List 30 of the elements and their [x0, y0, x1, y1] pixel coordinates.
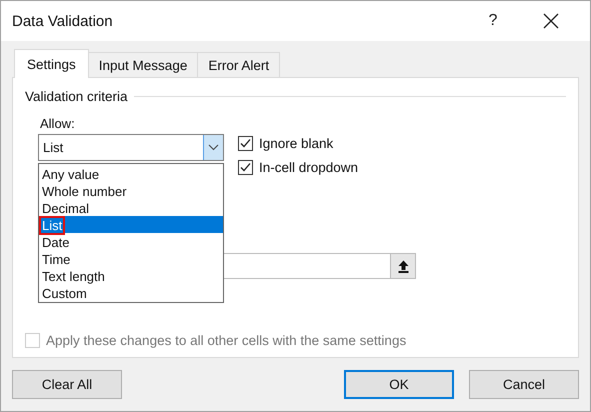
dropdown-option[interactable]: Time: [39, 250, 223, 267]
allow-label: Allow:: [40, 116, 75, 131]
dialog-button[interactable]: Cancel: [469, 370, 579, 399]
dropdown-button[interactable]: [203, 135, 223, 160]
checkbox-label: In-cell dropdown: [259, 160, 358, 175]
tab[interactable]: Error Alert: [197, 52, 280, 77]
close-icon: [543, 13, 559, 29]
checkbox[interactable]: [238, 136, 253, 151]
tab[interactable]: Settings: [14, 49, 89, 78]
dialog-button[interactable]: Clear All: [12, 370, 122, 399]
checkmark-icon: [239, 137, 252, 150]
dropdown-option[interactable]: List: [39, 216, 223, 233]
dropdown-option[interactable]: Custom: [39, 284, 223, 301]
allow-dropdown[interactable]: List: [38, 134, 224, 161]
dialog-button[interactable]: OK: [344, 370, 454, 399]
dropdown-option[interactable]: Whole number: [39, 182, 223, 199]
section-title: Validation criteria: [25, 89, 128, 104]
upload-arrow-icon: [398, 260, 408, 272]
checkbox-label: Ignore blank: [259, 136, 334, 151]
dropdown-option[interactable]: Decimal: [39, 199, 223, 216]
dropdown-option[interactable]: Date: [39, 233, 223, 250]
dropdown-option[interactable]: Any value: [39, 165, 223, 182]
dropdown-option[interactable]: Text length: [39, 267, 223, 284]
window-title: Data Validation: [12, 12, 114, 30]
checkmark-icon: [239, 161, 252, 174]
chevron-down-icon: [208, 144, 219, 151]
help-button[interactable]: ?: [478, 12, 508, 30]
checkbox-label: Apply these changes to all other cells with the same settings: [46, 333, 406, 348]
checkbox[interactable]: [238, 160, 253, 175]
collapse-button[interactable]: [390, 254, 415, 278]
